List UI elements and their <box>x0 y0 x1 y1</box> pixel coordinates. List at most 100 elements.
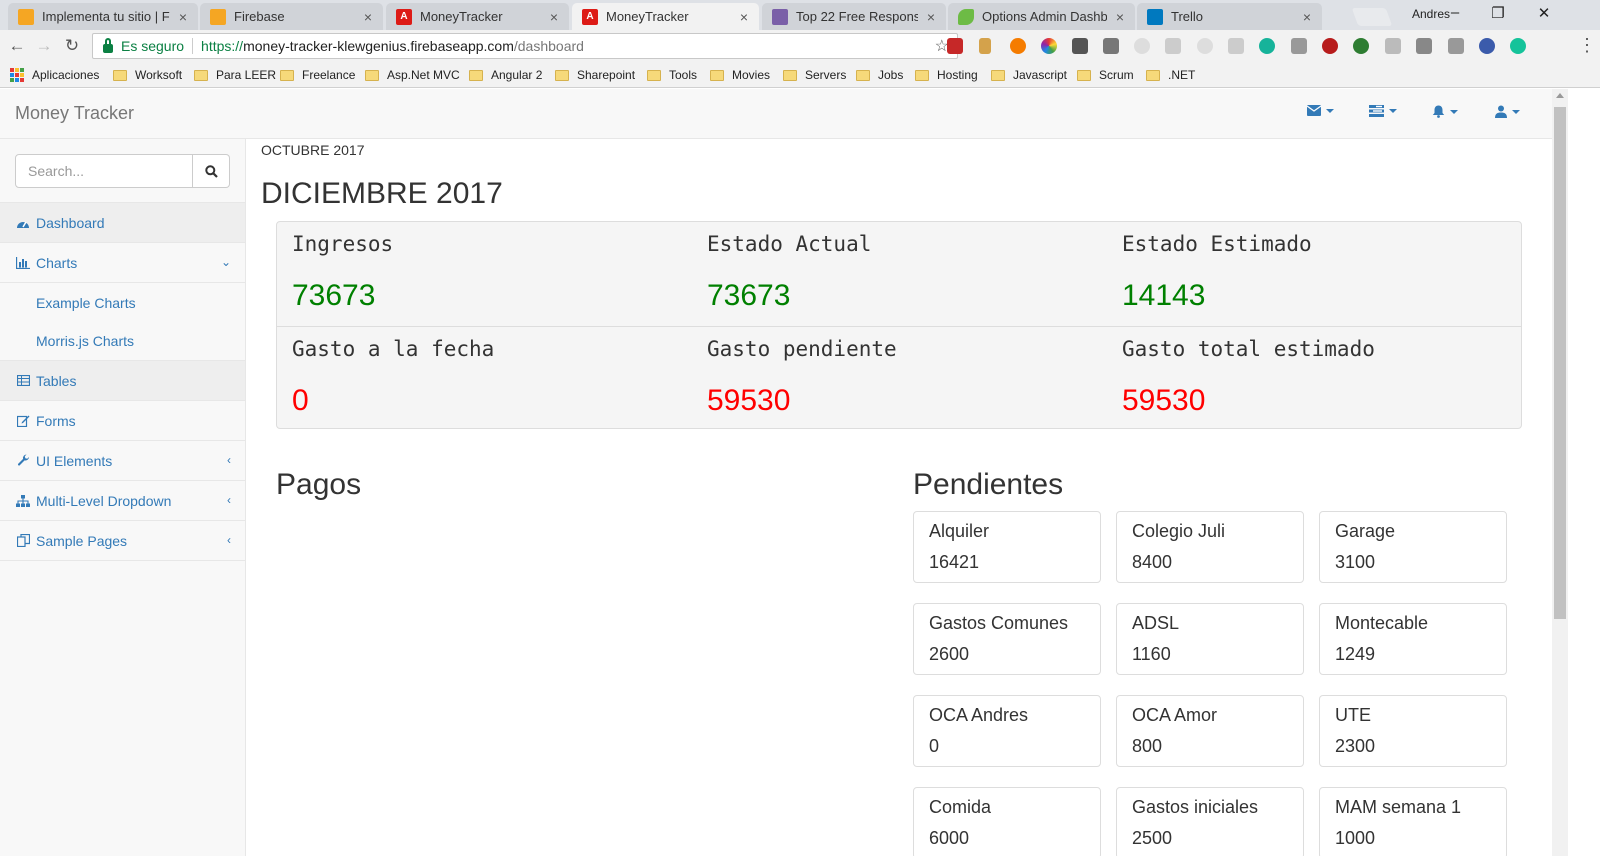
sidebar-item-ui-elements[interactable]: UI Elements ‹ <box>0 441 245 481</box>
pending-card[interactable]: Comida 6000 <box>913 787 1101 856</box>
sidebar-subitem-morris-charts[interactable]: Morris.js Charts <box>0 322 245 361</box>
bookmark-folder[interactable]: Tools <box>647 68 697 82</box>
bookmark-folder[interactable]: .NET <box>1146 68 1195 82</box>
caret-icon <box>1326 108 1334 113</box>
browser-tab[interactable]: Options Admin Dashboa × <box>948 3 1135 30</box>
stat-label: Gasto total estimado <box>1122 337 1375 361</box>
extension-icon[interactable] <box>1228 38 1244 54</box>
browser-tab[interactable]: Trello × <box>1137 3 1322 30</box>
new-tab-button[interactable] <box>1351 8 1393 26</box>
extension-icon[interactable] <box>1134 38 1150 54</box>
pending-card[interactable]: ADSL 1160 <box>1116 603 1304 675</box>
extension-icon[interactable] <box>1165 38 1181 54</box>
sidebar-item-charts[interactable]: Charts ⌄ <box>0 243 245 283</box>
user-dropdown[interactable] <box>1495 105 1520 118</box>
pending-card[interactable]: Alquiler 16421 <box>913 511 1101 583</box>
close-icon[interactable]: × <box>924 9 938 25</box>
pending-card[interactable]: UTE 2300 <box>1319 695 1507 767</box>
grammarly-icon[interactable] <box>1510 38 1526 54</box>
payments-title: Pagos <box>276 468 362 501</box>
restore-icon[interactable]: ❐ <box>1483 4 1513 22</box>
browser-toolbar: ← → ↻ Es seguro https://money-tracker-kl… <box>0 30 1600 62</box>
bookmark-apps[interactable]: Aplicaciones <box>10 68 99 82</box>
bookmark-folder[interactable]: Jobs <box>856 68 903 82</box>
tab-title: Options Admin Dashboa <box>982 9 1107 24</box>
window-close-icon[interactable]: ✕ <box>1529 4 1559 22</box>
pending-card[interactable]: Garage 3100 <box>1319 511 1507 583</box>
pending-name: MAM semana 1 <box>1335 797 1462 817</box>
colorpicker-icon[interactable] <box>1041 38 1057 54</box>
close-icon[interactable]: × <box>547 9 561 25</box>
extension-icon[interactable] <box>1291 38 1307 54</box>
bookmark-folder[interactable]: Angular 2 <box>469 68 542 82</box>
sidebar-item-forms[interactable]: Forms <box>0 401 245 441</box>
browser-tab[interactable]: Implementa tu sitio | Fi × <box>8 3 198 30</box>
extension-icon[interactable] <box>1197 38 1213 54</box>
sidebar-item-tables[interactable]: Tables <box>0 361 245 401</box>
stat-label: Ingresos <box>292 232 394 256</box>
pending-card[interactable]: Montecable 1249 <box>1319 603 1507 675</box>
close-icon[interactable]: × <box>361 9 375 25</box>
bookmark-label: .NET <box>1168 68 1196 82</box>
stat-label: Gasto pendiente <box>707 337 897 361</box>
close-icon[interactable]: × <box>737 9 751 25</box>
extension-icon[interactable] <box>1103 38 1119 54</box>
scrollbar-thumb[interactable] <box>1554 107 1566 619</box>
pending-card[interactable]: Colegio Juli 8400 <box>1116 511 1304 583</box>
apps-grid-icon <box>10 68 24 82</box>
bookmark-folder[interactable]: Servers <box>783 68 846 82</box>
extension-icon[interactable] <box>1322 38 1338 54</box>
minimize-icon[interactable]: – <box>1440 4 1470 21</box>
app-brand[interactable]: Money Tracker <box>15 103 134 124</box>
bookmark-folder[interactable]: Para LEER <box>194 68 276 82</box>
pending-card[interactable]: MAM semana 1 1000 <box>1319 787 1507 856</box>
tasks-dropdown[interactable] <box>1369 105 1397 117</box>
extension-icon[interactable] <box>1448 38 1464 54</box>
chrome-menu-icon[interactable]: ⋮ <box>1578 35 1596 56</box>
bookmark-folder[interactable]: Sharepoint <box>555 68 635 82</box>
bookmark-folder[interactable]: Freelance <box>280 68 355 82</box>
extension-icon[interactable] <box>979 38 991 54</box>
page-scrollbar[interactable] <box>1552 89 1568 856</box>
close-icon[interactable]: × <box>1300 9 1314 25</box>
search-input[interactable] <box>15 154 193 188</box>
sidebar-item-dashboard[interactable]: Dashboard <box>0 203 245 243</box>
browser-tab[interactable]: Firebase × <box>200 3 383 30</box>
forward-icon[interactable]: → <box>33 36 55 56</box>
extension-icon[interactable] <box>947 38 963 54</box>
bookmark-folder[interactable]: Worksoft <box>113 68 182 82</box>
pending-card[interactable]: Gastos Comunes 2600 <box>913 603 1101 675</box>
stat-value: 59530 <box>707 384 791 417</box>
bookmark-folder[interactable]: Asp.Net MVC <box>365 68 460 82</box>
search-button[interactable] <box>193 154 230 188</box>
sidebar-item-sample-pages[interactable]: Sample Pages ‹ <box>0 521 245 561</box>
back-icon[interactable]: ← <box>6 36 28 56</box>
close-icon[interactable]: × <box>1113 9 1127 25</box>
scroll-up-arrow-icon[interactable] <box>1556 93 1564 98</box>
pending-card[interactable]: OCA Amor 800 <box>1116 695 1304 767</box>
bookmark-folder[interactable]: Hosting <box>915 68 978 82</box>
address-bar[interactable]: Es seguro https://money-tracker-klewgeni… <box>92 33 958 59</box>
close-icon[interactable]: × <box>176 9 190 25</box>
extension-icon[interactable] <box>1259 38 1275 54</box>
extension-icon[interactable] <box>1479 38 1495 54</box>
alerts-dropdown[interactable] <box>1432 105 1458 118</box>
pending-card[interactable]: OCA Andres 0 <box>913 695 1101 767</box>
extension-icon[interactable] <box>1353 38 1369 54</box>
browser-tab[interactable]: A MoneyTracker × <box>386 3 569 30</box>
bookmark-folder[interactable]: Movies <box>710 68 770 82</box>
extension-icon[interactable] <box>1072 38 1088 54</box>
previous-month-link[interactable]: OCTUBRE 2017 <box>261 142 364 158</box>
browser-tab[interactable]: Top 22 Free Responsive I × <box>762 3 946 30</box>
sidebar-item-multi-level[interactable]: Multi-Level Dropdown ‹ <box>0 481 245 521</box>
extension-icon[interactable] <box>1010 38 1026 54</box>
messages-dropdown[interactable] <box>1307 105 1334 116</box>
reload-icon[interactable]: ↻ <box>61 36 83 56</box>
browser-tab-active[interactable]: A MoneyTracker × <box>572 3 759 30</box>
camera-icon[interactable] <box>1416 38 1432 54</box>
sidebar-subitem-example-charts[interactable]: Example Charts <box>0 283 245 322</box>
extension-icon[interactable] <box>1385 38 1401 54</box>
bookmark-folder[interactable]: Javascript <box>991 68 1067 82</box>
bookmark-folder[interactable]: Scrum <box>1077 68 1134 82</box>
pending-card[interactable]: Gastos iniciales 2500 <box>1116 787 1304 856</box>
